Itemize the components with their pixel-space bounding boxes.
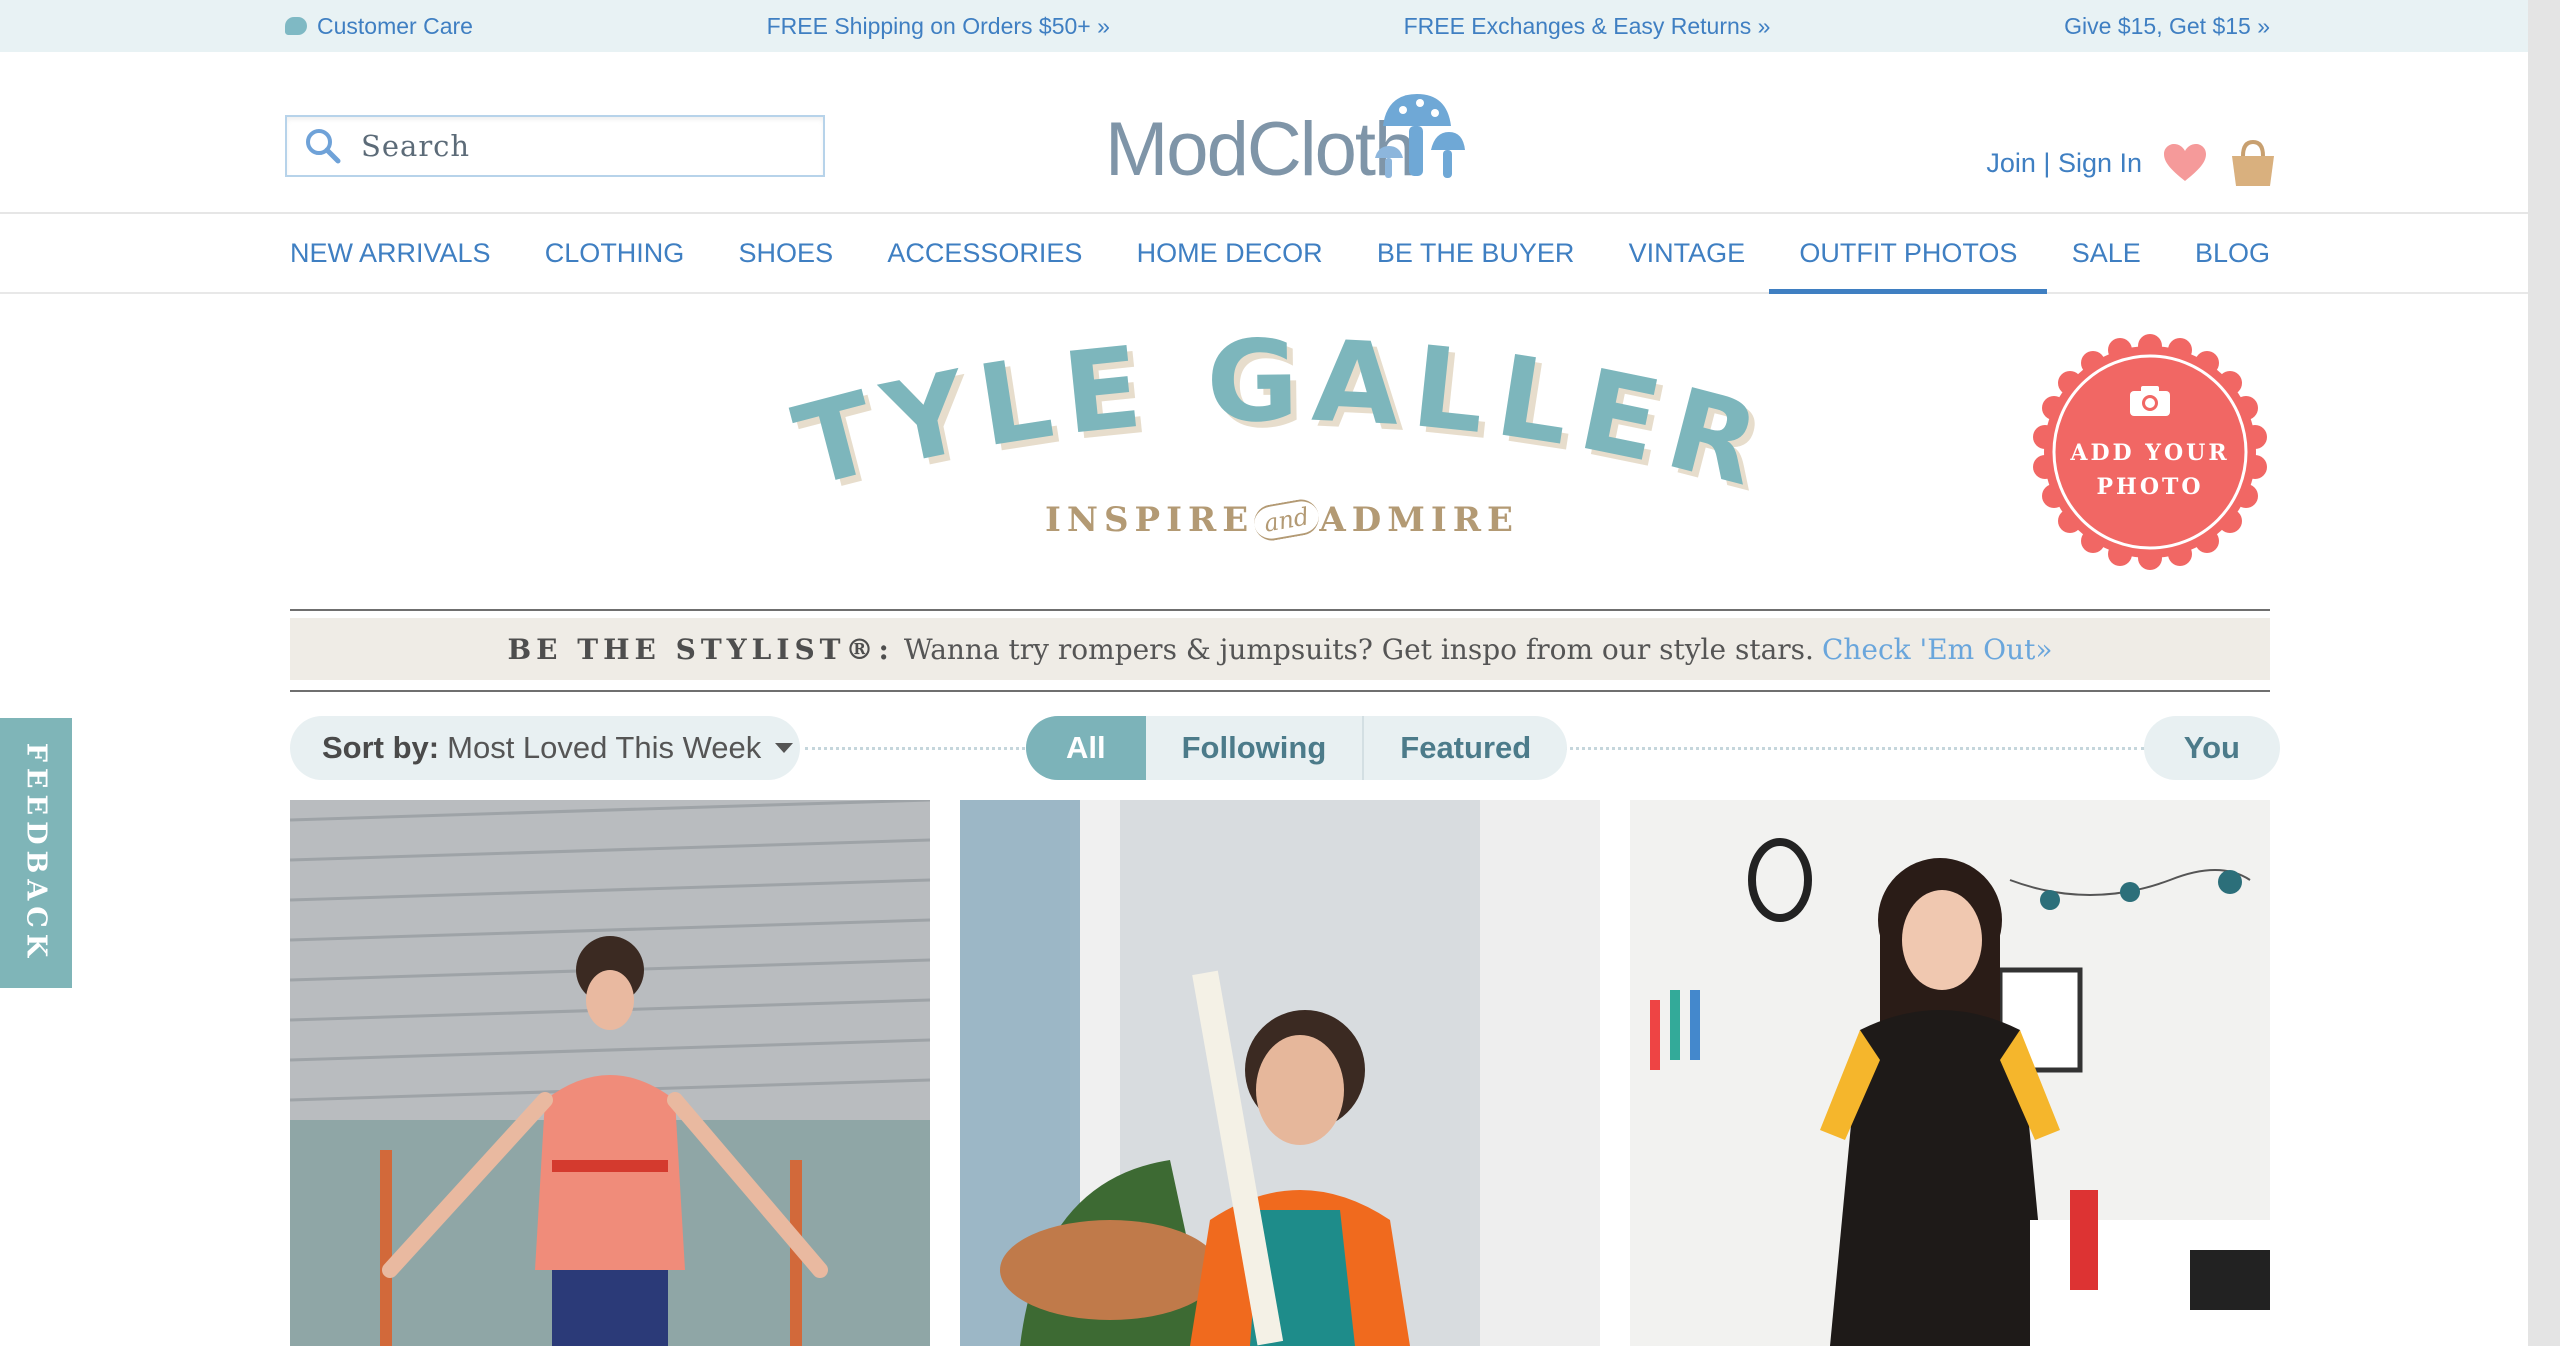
tab-all[interactable]: All (1026, 716, 1146, 780)
sort-dropdown[interactable]: Sort by: Most Loved This Week (290, 716, 800, 780)
stylist-banner: BE THE STYLIST®: Wanna try rompers & jum… (290, 618, 2270, 680)
tagline-and: and (1251, 496, 1322, 544)
customer-care-link[interactable]: Customer Care (285, 13, 473, 40)
join-sign-in-link[interactable]: Join | Sign In (1986, 148, 2142, 179)
main-nav: NEW ARRIVALS CLOTHING SHOES ACCESSORIES … (0, 214, 2528, 294)
nav-blog[interactable]: BLOG (2195, 214, 2270, 292)
gallery-tagline: INSPIRE and ADMIRE (1045, 496, 1515, 544)
modcloth-logo[interactable]: ModCloth (1105, 88, 1465, 192)
dotted-divider (805, 747, 1025, 750)
tab-you[interactable]: You (2143, 716, 2280, 780)
referral-link[interactable]: Give $15, Get $15 » (2064, 13, 2270, 40)
customer-care-label: Customer Care (317, 12, 473, 39)
tagline-inspire: INSPIRE (1045, 500, 1255, 540)
divider-bottom (290, 690, 2270, 692)
chat-bubble-icon (285, 17, 307, 35)
mushroom-icon (1375, 94, 1465, 178)
nav-home-decor[interactable]: HOME DECOR (1137, 214, 1323, 292)
outfit-photo-3[interactable] (1630, 800, 2270, 1346)
nav-accessories[interactable]: ACCESSORIES (887, 214, 1082, 292)
utility-bar: Customer Care FREE Shipping on Orders $5… (0, 0, 2528, 52)
nav-vintage[interactable]: VINTAGE (1629, 214, 1746, 292)
search-icon (306, 129, 341, 164)
check-em-out-link[interactable]: Check 'Em Out» (1822, 633, 2053, 666)
nav-new-arrivals[interactable]: NEW ARRIVALS (290, 214, 491, 292)
stylist-text: Wanna try rompers & jumpsuits? Get inspo… (903, 632, 1814, 666)
search-box[interactable] (285, 115, 825, 177)
nav-outfit-photos[interactable]: OUTFIT PHOTOS (1769, 214, 2048, 294)
outfit-photo-2[interactable] (960, 800, 1600, 1346)
heart-icon[interactable] (2162, 143, 2208, 183)
stylist-label: BE THE STYLIST®: (507, 632, 894, 666)
tagline-admire: ADMIRE (1319, 500, 1519, 540)
chevron-down-icon (775, 743, 794, 753)
logo-wordmark: ModCloth (1105, 107, 1416, 192)
outfit-photo-1[interactable] (290, 800, 930, 1346)
shopping-bag-icon[interactable] (2228, 138, 2278, 188)
nav-sale[interactable]: SALE (2072, 214, 2141, 292)
sort-value: Most Loved This Week (447, 730, 762, 765)
nav-be-the-buyer[interactable]: BE THE BUYER (1377, 214, 1575, 292)
filter-row: Sort by: Most Loved This Week All Follow… (290, 716, 2280, 780)
feedback-tab[interactable]: FEEDBACK (0, 718, 72, 988)
dotted-divider (1545, 747, 2145, 750)
site-header: ModCloth Join | Sign In (0, 52, 2528, 214)
scrollbar[interactable] (2528, 0, 2560, 1346)
nav-clothing[interactable]: CLOTHING (545, 214, 685, 292)
divider-top (290, 609, 2270, 611)
add-photo-line1: ADD YOUR (2070, 440, 2230, 466)
tab-featured[interactable]: Featured (1362, 716, 1567, 780)
search-input[interactable] (359, 128, 783, 164)
tab-following[interactable]: Following (1146, 716, 1363, 780)
account-area: Join | Sign In (1986, 138, 2278, 188)
filter-tabs: All Following Featured (1026, 716, 1568, 780)
free-shipping-link[interactable]: FREE Shipping on Orders $50+ » (767, 13, 1110, 40)
sort-label: Sort by: (322, 730, 440, 765)
free-exchanges-link[interactable]: FREE Exchanges & Easy Returns » (1404, 13, 1771, 40)
nav-shoes[interactable]: SHOES (739, 214, 834, 292)
feedback-label: FEEDBACK (20, 742, 52, 964)
add-photo-line2: PHOTO (2096, 474, 2204, 500)
add-your-photo-button[interactable]: ADD YOUR PHOTO (2032, 334, 2268, 570)
